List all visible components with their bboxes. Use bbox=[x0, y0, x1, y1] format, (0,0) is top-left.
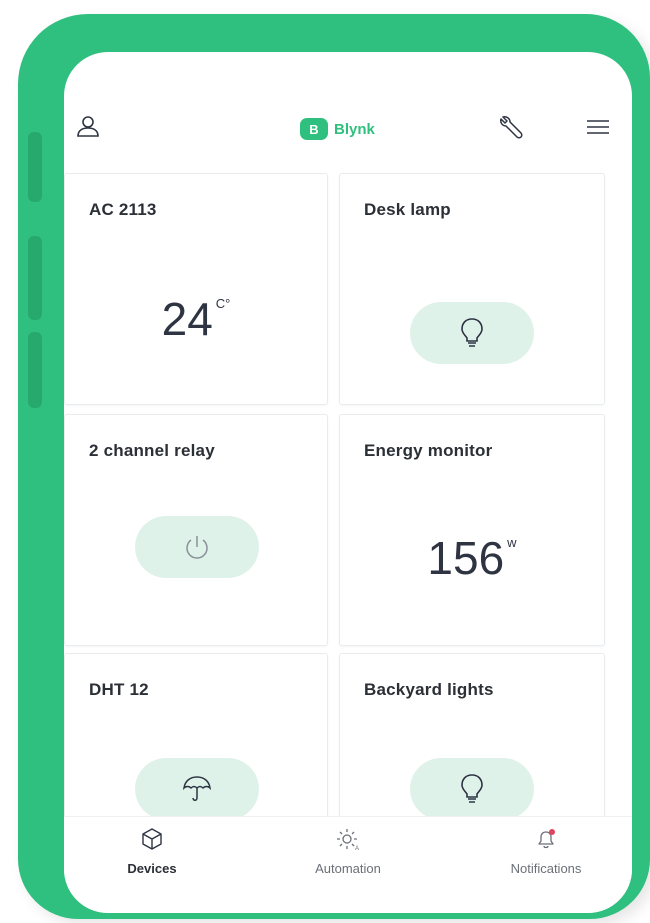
relay-power-button[interactable] bbox=[135, 516, 259, 578]
phone-side-button bbox=[28, 132, 42, 202]
bell-icon bbox=[538, 829, 555, 849]
value-unit: w bbox=[507, 535, 517, 550]
nav-label: Automation bbox=[315, 861, 381, 876]
device-title: Backyard lights bbox=[364, 680, 494, 699]
device-title: 2 channel relay bbox=[89, 441, 215, 460]
value-number: 156 bbox=[427, 532, 505, 584]
power-icon bbox=[186, 536, 208, 559]
value-number: 24 bbox=[161, 293, 213, 345]
app-screen: B Blynk AC 2113 24 C° Desk lamp 2 channe… bbox=[64, 52, 632, 913]
bottom-navigation: Devices A Automation Notifications bbox=[64, 816, 632, 913]
device-title: Desk lamp bbox=[364, 200, 451, 219]
temperature-value: 24 C° bbox=[65, 292, 327, 346]
value-unit: C° bbox=[215, 296, 231, 311]
lamp-toggle-button[interactable] bbox=[410, 302, 534, 364]
lightbulb-icon bbox=[461, 774, 483, 803]
device-grid: AC 2113 24C° Desk lamp 2 channel relay bbox=[64, 52, 632, 913]
device-title: DHT 12 bbox=[89, 680, 149, 699]
nav-label: Notifications bbox=[510, 861, 582, 876]
device-card-relay[interactable]: 2 channel relay bbox=[64, 414, 328, 646]
umbrella-icon bbox=[182, 776, 212, 801]
backyard-lights-button[interactable] bbox=[410, 758, 534, 820]
cube-icon bbox=[142, 828, 162, 850]
device-title: AC 2113 bbox=[89, 200, 157, 219]
nav-notifications[interactable]: Notifications bbox=[471, 827, 621, 897]
svg-text:A: A bbox=[355, 846, 359, 851]
phone-side-button bbox=[28, 332, 42, 408]
nav-label: Devices bbox=[127, 861, 177, 876]
device-card-ac[interactable]: AC 2113 24 C° bbox=[64, 173, 328, 405]
phone-frame: B Blynk AC 2113 24 C° Desk lamp 2 channe… bbox=[18, 14, 650, 919]
dht-button[interactable] bbox=[135, 758, 259, 820]
sun-automation-icon: A bbox=[337, 829, 359, 851]
nav-automation[interactable]: A Automation bbox=[273, 827, 423, 897]
phone-side-button bbox=[28, 236, 42, 320]
lightbulb-icon bbox=[461, 318, 483, 347]
nav-devices[interactable]: Devices bbox=[77, 827, 227, 897]
device-card-energy-monitor[interactable]: Energy monitor 156 w bbox=[339, 414, 605, 646]
energy-value: 156 w bbox=[340, 531, 604, 585]
device-card-desk-lamp[interactable]: Desk lamp bbox=[339, 173, 605, 405]
device-title: Energy monitor bbox=[364, 441, 493, 460]
